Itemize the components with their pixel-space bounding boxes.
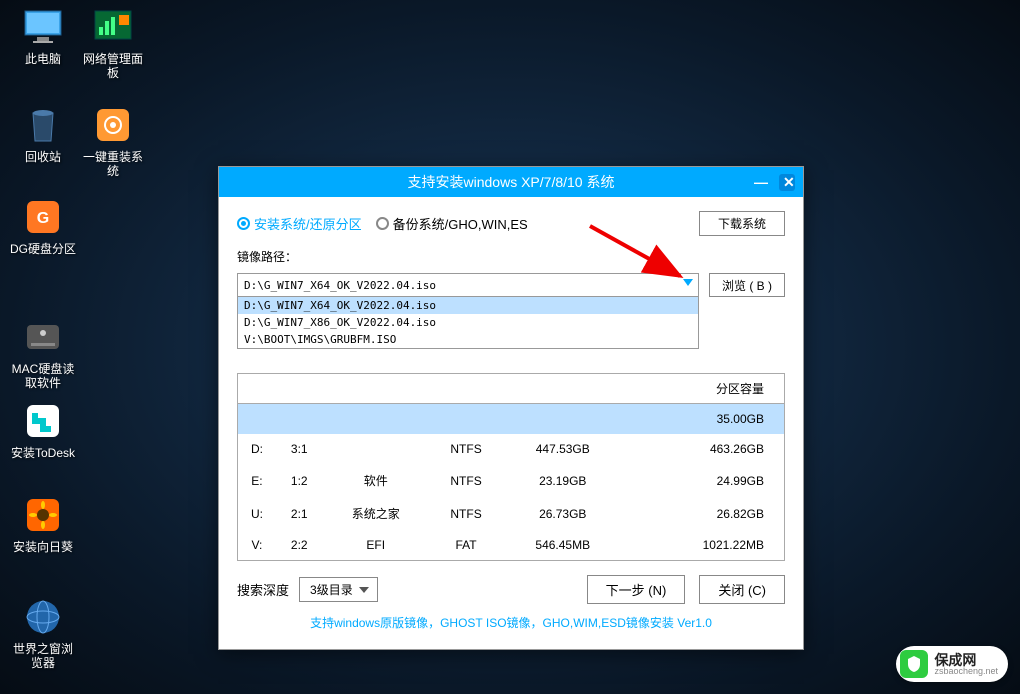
icon-label: 网络管理面板 — [78, 52, 148, 81]
radio-label: 备份系统/GHO,WIN,ES — [393, 214, 528, 233]
footer-text: 支持windows原版镜像，GHOST ISO镜像，GHO,WIM,ESD镜像安… — [237, 604, 785, 639]
gear-icon — [92, 104, 134, 146]
col-capacity: 分区容量 — [622, 374, 784, 404]
image-path-label: 镜像路径： — [237, 248, 785, 265]
desktop-icon-browser[interactable]: 世界之窗浏览器 — [8, 596, 78, 671]
dialog-title: 支持安装windows XP/7/8/10 系统 — [408, 172, 615, 192]
table-row[interactable]: V:2:2EFIFAT546.45MB1021.22MB — [238, 530, 784, 560]
sunflower-icon — [22, 494, 64, 536]
table-row[interactable]: U:2:1系统之家NTFS26.73GB26.82GB — [238, 497, 784, 530]
search-depth-label: 搜索深度 — [237, 580, 289, 599]
desktop-icon-mac-disk[interactable]: MAC硬盘读取软件 — [8, 316, 78, 391]
desktop-icon-todesk[interactable]: 安装ToDesk — [8, 400, 78, 460]
icon-label: 安装ToDesk — [11, 446, 75, 460]
desktop-icon-dg-partition[interactable]: G DG硬盘分区 — [8, 196, 78, 256]
close-dialog-button[interactable]: 关闭 (C) — [699, 575, 785, 604]
download-system-button[interactable]: 下载系统 — [699, 211, 785, 236]
path-dropdown-list: D:\G_WIN7_X64_OK_V2022.04.iso D:\G_WIN7_… — [237, 296, 699, 349]
icon-label: 安装向日葵 — [13, 540, 73, 554]
table-row[interactable]: 35.00GB — [238, 404, 784, 435]
svg-text:G: G — [37, 210, 49, 227]
dropdown-item[interactable]: D:\G_WIN7_X64_OK_V2022.04.iso — [238, 297, 698, 314]
icon-label: 一键重装系统 — [78, 150, 148, 179]
dropdown-arrow-icon[interactable] — [683, 279, 693, 286]
dropdown-item[interactable]: D:\G_WIN7_X86_OK_V2022.04.iso — [238, 314, 698, 331]
radio-backup[interactable]: 备份系统/GHO,WIN,ES — [376, 214, 528, 233]
globe-icon — [22, 596, 64, 638]
watermark-title: 保成网 — [934, 653, 998, 667]
partition-table: 分区容量 35.00GBD:3:1NTFS447.53GB463.26GBE:1… — [237, 373, 785, 561]
monitor-icon — [22, 6, 64, 48]
desktop-icon-reinstall[interactable]: 一键重装系统 — [78, 104, 148, 179]
disk-icon: G — [22, 196, 64, 238]
desktop-icon-sunflower[interactable]: 安装向日葵 — [8, 494, 78, 554]
table-row[interactable]: E:1:2软件NTFS23.19GB24.99GB — [238, 464, 784, 497]
todesk-icon — [22, 400, 64, 442]
icon-label: MAC硬盘读取软件 — [8, 362, 78, 391]
shield-icon — [900, 650, 928, 678]
radio-label: 安装系统/还原分区 — [254, 214, 362, 233]
trash-icon — [22, 104, 64, 146]
desktop-icon-this-pc[interactable]: 此电脑 — [8, 6, 78, 66]
dropdown-item[interactable]: V:\BOOT\IMGS\GRUBFM.ISO — [238, 331, 698, 348]
radio-install-restore[interactable]: 安装系统/还原分区 — [237, 214, 362, 233]
icon-label: 此电脑 — [25, 52, 61, 66]
radio-icon — [237, 217, 250, 230]
search-depth-select[interactable]: 3级目录 — [299, 577, 378, 602]
minimize-button[interactable]: — — [753, 174, 769, 190]
titlebar[interactable]: 支持安装windows XP/7/8/10 系统 — ✕ — [219, 167, 803, 197]
chart-icon — [92, 6, 134, 48]
browse-button[interactable]: 浏览 ( B ) — [709, 273, 785, 297]
desktop-icon-network-panel[interactable]: 网络管理面板 — [78, 6, 148, 81]
drive-icon — [22, 316, 64, 358]
icon-label: 回收站 — [25, 150, 61, 164]
radio-icon — [376, 217, 389, 230]
icon-label: 世界之窗浏览器 — [8, 642, 78, 671]
image-path-input[interactable] — [237, 273, 699, 297]
watermark-url: zsbaocheng.net — [934, 667, 998, 676]
next-button[interactable]: 下一步 (N) — [587, 575, 686, 604]
icon-label: DG硬盘分区 — [10, 242, 76, 256]
install-dialog: 支持安装windows XP/7/8/10 系统 — ✕ 安装系统/还原分区 备… — [218, 166, 804, 650]
desktop-icon-recycle-bin[interactable]: 回收站 — [8, 104, 78, 164]
watermark-badge: 保成网 zsbaocheng.net — [896, 646, 1008, 682]
table-row[interactable]: D:3:1NTFS447.53GB463.26GB — [238, 434, 784, 464]
close-button[interactable]: ✕ — [779, 174, 795, 191]
